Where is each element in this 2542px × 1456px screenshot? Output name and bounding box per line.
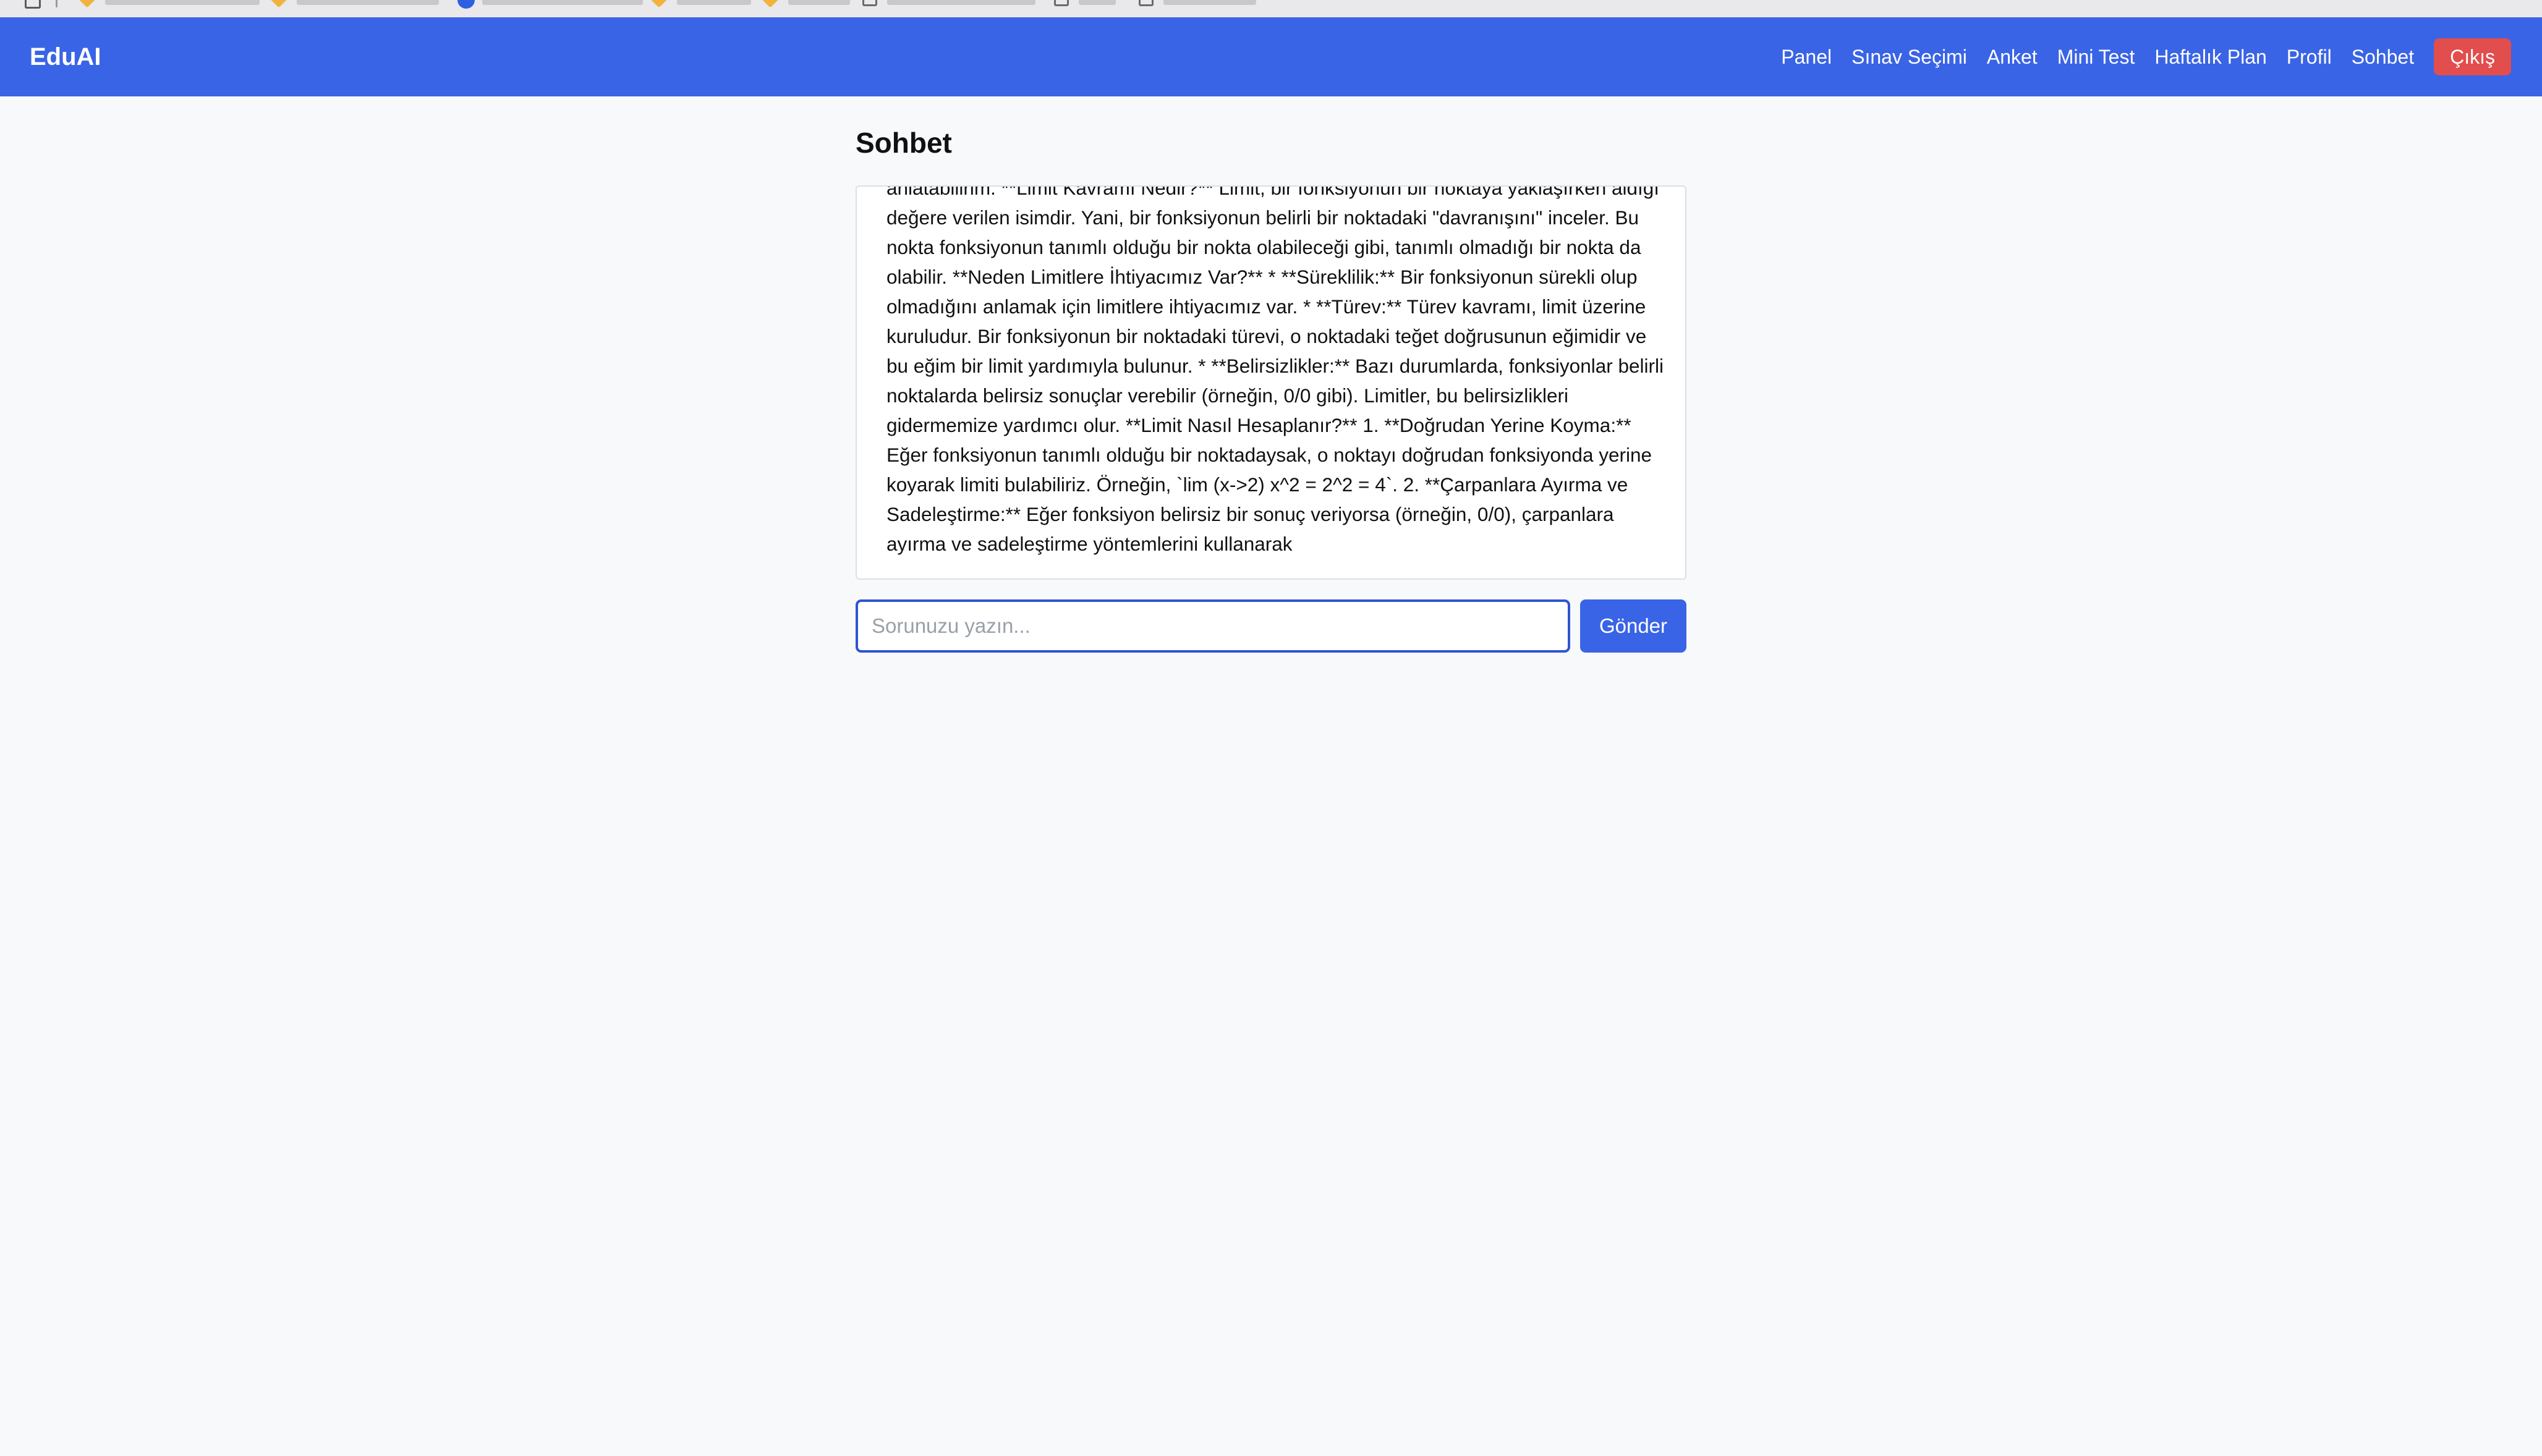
bookmark-page-icon[interactable]: [1054, 0, 1069, 6]
bookmark-folder-icon[interactable]: [269, 0, 289, 8]
chat-input-row: Gönder: [856, 599, 1686, 653]
brand-logo[interactable]: EduAI: [30, 17, 101, 96]
page-title: Sohbet: [856, 127, 952, 159]
apps-grid-icon[interactable]: [25, 0, 41, 9]
nav-link-profile[interactable]: Profil: [2287, 46, 2332, 69]
bookmark-page-icon[interactable]: [1139, 0, 1154, 6]
chat-history-panel[interactable]: anlatabilirim. **Limit Kavramı Nedir?** …: [856, 185, 1686, 580]
logout-button[interactable]: Çıkış: [2434, 38, 2511, 75]
nav-link-exam-selection[interactable]: Sınav Seçimi: [1851, 46, 1967, 69]
bookmark-folder-icon[interactable]: [760, 0, 780, 8]
bookmark-label[interactable]: [1163, 0, 1256, 5]
bookmark-site-icon[interactable]: [457, 0, 475, 9]
bookmark-page-icon[interactable]: [862, 0, 877, 6]
bookmark-folder-icon[interactable]: [77, 0, 97, 8]
bookmark-separator: [56, 0, 57, 7]
nav-link-chat[interactable]: Sohbet: [2352, 46, 2414, 69]
top-navbar: EduAI Panel Sınav Seçimi Anket Mini Test…: [0, 17, 2542, 96]
nav-link-mini-test[interactable]: Mini Test: [2057, 46, 2135, 69]
bookmark-label[interactable]: [887, 0, 1035, 5]
bookmark-folder-icon[interactable]: [649, 0, 669, 8]
bookmark-label[interactable]: [788, 0, 850, 5]
nav-link-panel[interactable]: Panel: [1781, 46, 1832, 69]
assistant-message: anlatabilirim. **Limit Kavramı Nedir?** …: [886, 185, 1664, 555]
bookmark-label[interactable]: [482, 0, 643, 5]
bookmark-label[interactable]: [297, 0, 439, 5]
send-button[interactable]: Gönder: [1580, 599, 1686, 653]
nav-link-weekly-plan[interactable]: Haftalık Plan: [2154, 46, 2266, 69]
bookmark-label[interactable]: [105, 0, 260, 5]
question-input[interactable]: [856, 599, 1570, 653]
bookmark-label[interactable]: [1079, 0, 1116, 5]
nav-links: Panel Sınav Seçimi Anket Mini Test Hafta…: [1761, 17, 2511, 96]
bookmark-label[interactable]: [677, 0, 751, 5]
nav-link-survey[interactable]: Anket: [1987, 46, 2038, 69]
browser-bookmarks-bar: [0, 0, 2542, 17]
